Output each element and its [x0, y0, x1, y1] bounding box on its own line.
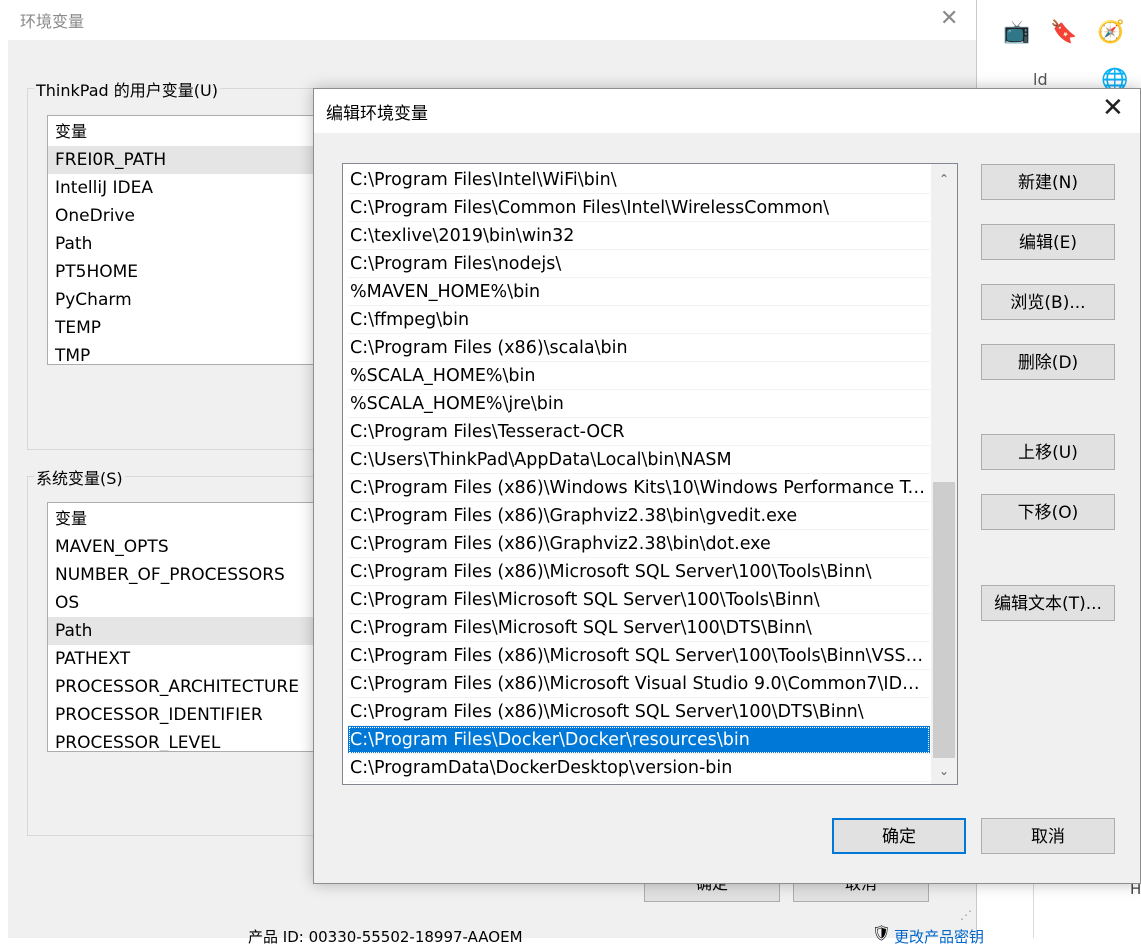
- ok-button[interactable]: 确定: [832, 818, 966, 854]
- browser-partial-text: ld: [1033, 70, 1048, 89]
- close-icon[interactable]: ✕: [1102, 93, 1124, 123]
- list-item[interactable]: TEMP: [48, 314, 323, 342]
- list-item[interactable]: PROCESSOR_ARCHITECTURE: [48, 673, 323, 701]
- column-header[interactable]: 变量: [48, 505, 323, 533]
- path-item[interactable]: C:\Program Files (x86)\Microsoft SQL Ser…: [348, 698, 930, 726]
- path-item[interactable]: C:\Program Files (x86)\Microsoft Visual …: [348, 670, 930, 698]
- path-item[interactable]: C:\Program Files (x86)\Microsoft SQL Ser…: [348, 558, 930, 586]
- scrollbar-thumb[interactable]: [933, 482, 955, 758]
- path-item[interactable]: C:\Program Files\Intel\WiFi\bin\: [348, 166, 930, 194]
- path-item[interactable]: C:\Program Files\nodejs\: [348, 250, 930, 278]
- path-rows: C:\Program Files\Intel\WiFi\bin\ C:\Prog…: [348, 166, 930, 782]
- list-item[interactable]: IntelliJ IDEA: [48, 174, 323, 202]
- path-item[interactable]: C:\Users\ThinkPad\AppData\Local\bin\NASM: [348, 446, 930, 474]
- edit-text-button[interactable]: 编辑文本(T)...: [981, 585, 1115, 621]
- bookmark-icon[interactable]: 🔖: [1050, 20, 1078, 46]
- list-item[interactable]: PyCharm: [48, 286, 323, 314]
- list-item[interactable]: MAVEN_OPTS: [48, 533, 323, 561]
- list-item[interactable]: Path: [48, 617, 323, 645]
- system-vars-group-label: 系统变量(S): [34, 465, 125, 489]
- scroll-down-icon[interactable]: ⌄: [931, 758, 957, 784]
- vertical-scrollbar[interactable]: ⌃ ⌄: [931, 164, 957, 784]
- list-item[interactable]: Path: [48, 230, 323, 258]
- user-vars-list[interactable]: 变量 FREI0R_PATH IntelliJ IDEA OneDrive Pa…: [47, 115, 324, 365]
- close-icon[interactable]: ✕: [940, 6, 958, 31]
- dialog-title: 编辑环境变量: [326, 104, 428, 124]
- browse-button[interactable]: 浏览(B)...: [981, 284, 1115, 320]
- resize-grip-icon[interactable]: ⋰: [960, 908, 972, 922]
- product-id-text: 产品 ID: 00330-55502-18997-AAOEM: [248, 928, 523, 946]
- list-item[interactable]: NUMBER_OF_PROCESSORS: [48, 561, 323, 589]
- move-down-button[interactable]: 下移(O): [981, 494, 1115, 530]
- dialog-titlebar: 编辑环境变量 ✕: [314, 89, 1140, 133]
- change-product-key-link[interactable]: 更改产品密钥: [894, 926, 984, 947]
- list-item[interactable]: PROCESSOR_IDENTIFIER: [48, 701, 323, 729]
- list-item[interactable]: PT5HOME: [48, 258, 323, 286]
- path-item[interactable]: C:\texlive\2019\bin\win32: [348, 222, 930, 250]
- edit-environment-variable-dialog: 编辑环境变量 ✕ C:\Program Files\Intel\WiFi\bin…: [313, 88, 1141, 884]
- path-item[interactable]: C:\Program Files\Docker\Docker\resources…: [348, 726, 930, 754]
- path-item[interactable]: C:\Program Files\Common Files\Intel\Wire…: [348, 194, 930, 222]
- system-vars-list[interactable]: 变量 MAVEN_OPTS NUMBER_OF_PROCESSORS OS Pa…: [47, 502, 324, 752]
- path-item[interactable]: C:\ffmpeg\bin: [348, 306, 930, 334]
- path-list[interactable]: C:\Program Files\Intel\WiFi\bin\ C:\Prog…: [342, 163, 958, 785]
- list-item[interactable]: PATHEXT: [48, 645, 323, 673]
- column-header[interactable]: 变量: [48, 118, 323, 146]
- move-up-button[interactable]: 上移(U): [981, 434, 1115, 470]
- scroll-up-icon[interactable]: ⌃: [931, 166, 957, 192]
- path-item[interactable]: C:\Program Files\Tesseract-OCR: [348, 418, 930, 446]
- list-item[interactable]: OS: [48, 589, 323, 617]
- path-item[interactable]: C:\Program Files\Microsoft SQL Server\10…: [348, 586, 930, 614]
- path-item[interactable]: C:\Program Files (x86)\scala\bin: [348, 334, 930, 362]
- extension-icon[interactable]: 🧭: [1097, 20, 1125, 46]
- path-item[interactable]: C:\Program Files\Microsoft SQL Server\10…: [348, 614, 930, 642]
- list-item[interactable]: TMP: [48, 342, 323, 364]
- path-item[interactable]: C:\Program Files (x86)\Windows Kits\10\W…: [348, 474, 930, 502]
- path-item[interactable]: C:\ProgramData\DockerDesktop\version-bin: [348, 754, 930, 782]
- shield-icon: 🛡: [872, 924, 892, 942]
- path-item[interactable]: %MAVEN_HOME%\bin: [348, 278, 930, 306]
- path-item[interactable]: C:\Program Files (x86)\Microsoft SQL Ser…: [348, 642, 930, 670]
- delete-button[interactable]: 删除(D): [981, 344, 1115, 380]
- path-item[interactable]: %SCALA_HOME%\jre\bin: [348, 390, 930, 418]
- bilibili-tv-icon[interactable]: 📺: [1003, 20, 1031, 46]
- window-title: 环境变量: [20, 12, 85, 31]
- path-item[interactable]: C:\Program Files (x86)\Graphviz2.38\bin\…: [348, 530, 930, 558]
- window-titlebar: 环境变量 ✕: [8, 0, 976, 40]
- cancel-button[interactable]: 取消: [981, 818, 1115, 854]
- list-item[interactable]: PROCESSOR_LEVEL: [48, 729, 323, 751]
- list-item[interactable]: OneDrive: [48, 202, 323, 230]
- edit-button[interactable]: 编辑(E): [981, 224, 1115, 260]
- path-item[interactable]: C:\Program Files (x86)\Graphviz2.38\bin\…: [348, 502, 930, 530]
- new-button[interactable]: 新建(N): [981, 164, 1115, 200]
- path-item[interactable]: %SCALA_HOME%\bin: [348, 362, 930, 390]
- user-vars-group-label: ThinkPad 的用户变量(U): [34, 77, 220, 101]
- list-item[interactable]: FREI0R_PATH: [48, 146, 323, 174]
